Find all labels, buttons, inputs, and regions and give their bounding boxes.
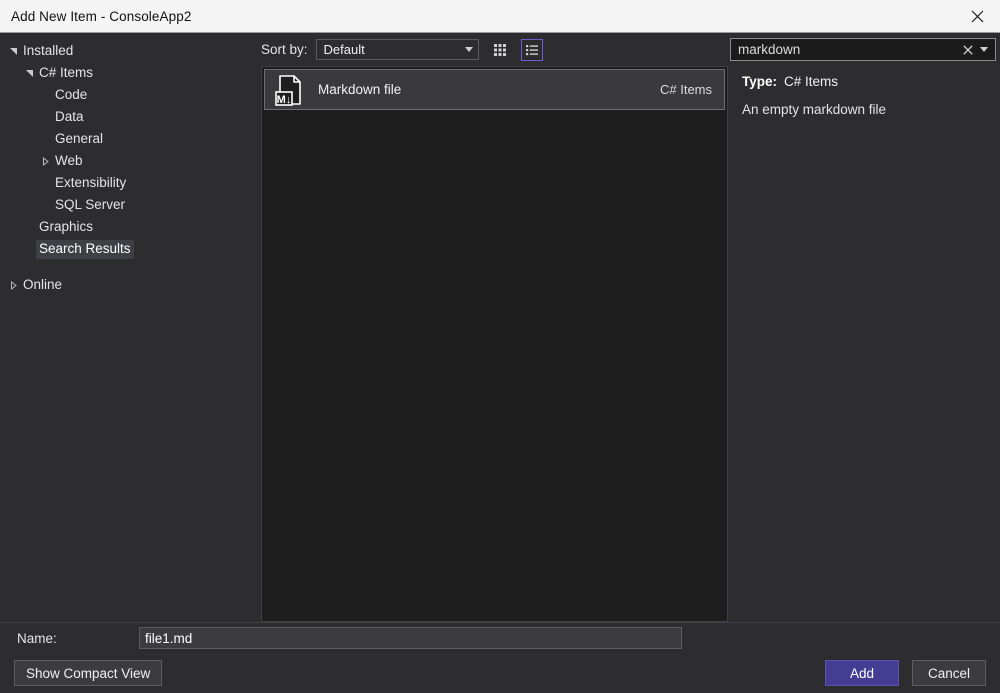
list-item-category: C# Items: [660, 82, 712, 97]
list-item-title: Markdown file: [306, 82, 660, 97]
tree-item-label: Graphics: [36, 218, 96, 237]
grid-view-icon: [493, 43, 507, 57]
tree-item-installed[interactable]: Installed: [0, 40, 252, 62]
grid-view-button[interactable]: [489, 39, 511, 61]
sort-by-label: Sort by:: [261, 42, 308, 57]
tree-spacer: [38, 128, 52, 150]
tree-spacer: [22, 216, 36, 238]
show-compact-view-button[interactable]: Show Compact View: [14, 660, 162, 686]
tree-item-web[interactable]: Web: [0, 150, 252, 172]
title-bar: Add New Item - ConsoleApp2: [0, 0, 1000, 33]
search-dropdown-button[interactable]: [976, 40, 991, 59]
detail-type-label: Type:: [742, 74, 777, 89]
chevron-down-icon: [980, 47, 988, 52]
markdown-file-icon: M↓: [272, 74, 306, 106]
tree-item-extensibility[interactable]: Extensibility: [0, 172, 252, 194]
tree-item-label: SQL Server: [52, 196, 128, 215]
details-pane: Type: C# Items An empty markdown file: [730, 33, 1000, 622]
tree-item-sql-server[interactable]: SQL Server: [0, 194, 252, 216]
close-icon: [971, 10, 984, 23]
cancel-button[interactable]: Cancel: [912, 660, 986, 686]
expanded-triangle-icon[interactable]: [6, 40, 20, 62]
tree-item-label: Online: [20, 276, 65, 295]
name-label: Name:: [17, 631, 139, 646]
item-details: Type: C# Items An empty markdown file: [730, 66, 996, 622]
tree-item-graphics[interactable]: Graphics: [0, 216, 252, 238]
results-pane: Sort by: Default: [252, 33, 730, 622]
tree-item-label: Search Results: [36, 240, 134, 259]
tree-spacer: [38, 84, 52, 106]
list-item[interactable]: M↓ Markdown file C# Items: [264, 69, 725, 110]
tree-item-label: Data: [52, 108, 87, 127]
detail-type-value: C# Items: [784, 74, 838, 89]
tree-item-csharp-items[interactable]: C# Items: [0, 62, 252, 84]
results-toolbar: Sort by: Default: [252, 33, 728, 66]
expanded-triangle-icon[interactable]: [22, 62, 36, 84]
results-list: M↓ Markdown file C# Items: [261, 66, 728, 622]
clear-search-icon[interactable]: [959, 40, 976, 59]
name-row: Name:: [0, 623, 1000, 653]
tree-item-label: C# Items: [36, 64, 96, 83]
tree-item-label: Extensibility: [52, 174, 129, 193]
list-view-button[interactable]: [521, 39, 543, 61]
tree-item-label: Web: [52, 152, 86, 171]
tree-item-general[interactable]: General: [0, 128, 252, 150]
category-tree: Installed C# Items Code Data General: [0, 33, 252, 622]
tree-spacer: [38, 172, 52, 194]
sort-by-value: Default: [324, 42, 365, 57]
tree-spacer: [22, 238, 36, 260]
search-box[interactable]: [730, 38, 996, 61]
window-title: Add New Item - ConsoleApp2: [0, 0, 191, 32]
list-view-icon: [525, 43, 539, 57]
tree-item-label: General: [52, 130, 106, 149]
search-input[interactable]: [738, 42, 959, 57]
close-button[interactable]: [954, 0, 1000, 32]
chevron-down-icon: [465, 47, 473, 52]
search-bar: [730, 33, 996, 66]
tree-spacer: [38, 106, 52, 128]
tree-item-code[interactable]: Code: [0, 84, 252, 106]
add-button[interactable]: Add: [825, 660, 899, 686]
sort-by-dropdown[interactable]: Default: [316, 39, 479, 60]
tree-spacer: [38, 194, 52, 216]
detail-description: An empty markdown file: [742, 101, 990, 118]
tree-item-data[interactable]: Data: [0, 106, 252, 128]
tree-item-online[interactable]: Online: [0, 274, 252, 296]
add-new-item-dialog: Add New Item - ConsoleApp2 Installed C#: [0, 0, 1000, 693]
tree-item-label: Code: [52, 86, 90, 105]
collapsed-triangle-icon[interactable]: [38, 150, 52, 172]
tree-item-label: Installed: [20, 42, 76, 61]
collapsed-triangle-icon[interactable]: [6, 274, 20, 296]
name-input[interactable]: [139, 627, 682, 649]
svg-text:M↓: M↓: [277, 94, 292, 106]
footer-buttons-right: Add Cancel: [825, 660, 986, 686]
dialog-body: Installed C# Items Code Data General: [0, 33, 1000, 622]
dialog-footer: Name: Show Compact View Add Cancel: [0, 622, 1000, 693]
detail-type-row: Type: C# Items: [742, 74, 990, 89]
tree-item-search-results[interactable]: Search Results: [0, 238, 252, 260]
